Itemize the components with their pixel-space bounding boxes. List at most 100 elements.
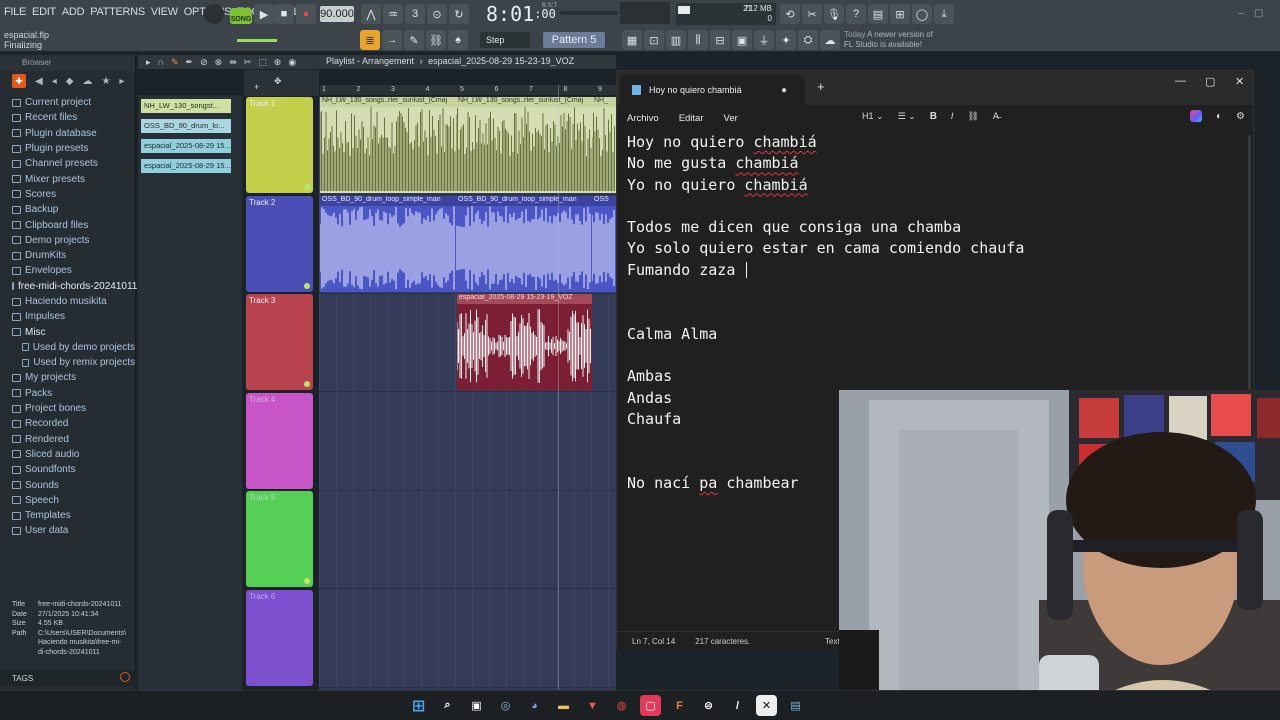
maximize-icon[interactable]: ▢ (1205, 75, 1215, 88)
browser-item[interactable]: Speech (0, 493, 135, 508)
step-selector[interactable]: Step (480, 32, 530, 48)
playback-icon[interactable]: ◉ (288, 57, 296, 68)
main-volume-knob[interactable] (204, 4, 224, 24)
slice-icon[interactable]: ✂ (244, 57, 252, 68)
track-header[interactable]: Track 6 (246, 589, 313, 686)
plugin-icon[interactable]: ▣ (732, 30, 752, 50)
playlist-lane[interactable] (319, 491, 616, 589)
browser-item[interactable]: Plugin presets (0, 141, 135, 156)
browser-item[interactable]: Mixer presets (0, 171, 135, 186)
link-icon[interactable]: ⛓ (967, 111, 978, 122)
copilot-icon[interactable] (1189, 110, 1202, 122)
audio-clip[interactable]: NH_ (592, 97, 616, 193)
plug-icon[interactable]: ⏚ (754, 30, 774, 50)
list-dropdown-icon[interactable]: ☰ ⌄ (898, 111, 916, 122)
fl-menu-file[interactable]: FILE (4, 6, 26, 18)
arrow-icon[interactable]: ▸ (119, 76, 124, 87)
search-icon[interactable] (120, 672, 130, 682)
fl-menu-add[interactable]: ADD (62, 6, 85, 18)
zoom-icon[interactable]: ⊕ (274, 57, 282, 68)
source-clip[interactable]: NH_LW_130_songst... (141, 99, 231, 113)
chrome-icon[interactable]: ◍ (611, 695, 632, 716)
record-icon[interactable]: ● (296, 4, 316, 24)
browser-item[interactable]: Channel presets (0, 156, 135, 171)
mixer-window-icon[interactable]: ▦ (622, 30, 642, 50)
stamp-icon[interactable]: ♠ (448, 30, 468, 50)
audio-clip[interactable]: NH_LW_130_songs..rter_sunlust_(Cmaj (320, 97, 456, 193)
browser-item[interactable]: Misc (0, 324, 135, 339)
link-icon[interactable]: ⛓ (426, 30, 446, 50)
track-header[interactable]: Track 2 (246, 195, 313, 292)
italic-icon[interactable]: I (951, 111, 954, 121)
windows-start-icon[interactable]: ⊞ (408, 695, 429, 716)
browser-item[interactable]: Scores (0, 187, 135, 202)
menu-editar[interactable]: Editar (679, 113, 704, 124)
playhead[interactable] (558, 85, 559, 690)
track-active-indicator[interactable] (304, 184, 310, 190)
audio-clip[interactable]: espacial_2025-08-29 15-23-19_VOZ (457, 294, 592, 390)
playlist-lane[interactable] (319, 392, 616, 491)
mic-icon[interactable]: 🎙 (824, 4, 844, 24)
browser-item[interactable]: Current project (0, 95, 135, 110)
download-icon[interactable]: ⤓ (934, 4, 954, 24)
track-active-indicator[interactable] (304, 282, 310, 289)
playlist-lane[interactable] (319, 589, 616, 688)
wait-input-icon[interactable]: ♒ (383, 4, 403, 24)
loop-record-icon[interactable]: ↻ (449, 4, 469, 24)
file-explorer-icon[interactable]: ▬ (553, 695, 574, 716)
stop-icon[interactable]: ■ (274, 4, 294, 24)
fl-minimize-icon[interactable]: – (1238, 8, 1244, 19)
star-icon[interactable]: ★ (101, 76, 110, 87)
audio-clip[interactable]: NH_LW_130_songs..rter_sunlust_(Cmaj (456, 97, 592, 193)
heading-dropdown[interactable]: H1 ⌄ (862, 111, 884, 122)
pattern-selector[interactable]: Pattern 5 (543, 32, 605, 48)
source-clip[interactable]: espacial_2025-08-29 15... (141, 159, 231, 173)
gamepad-icon[interactable]: ⊜ (698, 695, 719, 716)
hat-icon[interactable]: ⛭ (798, 30, 818, 50)
playlist-icon[interactable]: ≣ (360, 30, 380, 50)
playlist-menu-icon[interactable]: ▸ (146, 57, 151, 68)
master-volume-slider[interactable] (237, 39, 277, 42)
clear-format-icon[interactable]: A̶ (993, 111, 999, 121)
browser-item[interactable]: Haciendo musikita (0, 294, 135, 309)
task-view-icon[interactable]: ▣ (466, 695, 487, 716)
browser-item[interactable]: Backup (0, 202, 135, 217)
help-icon[interactable]: ? (846, 4, 866, 24)
browser-item[interactable]: free-midi-chords-20241011 (0, 279, 137, 294)
fl-maximize-icon[interactable]: ▢ (1254, 8, 1263, 19)
pencil-icon[interactable]: ✎ (171, 57, 179, 68)
tempo-display[interactable]: 90.000 (320, 6, 354, 22)
browser-item[interactable]: Packs (0, 386, 135, 401)
browser-item[interactable]: Sounds (0, 477, 135, 492)
capcut-icon[interactable]: ✕ (756, 695, 777, 716)
browser-item[interactable]: Project bones (0, 401, 135, 416)
patterns-icon[interactable]: ⊟ (710, 30, 730, 50)
cloud-icon[interactable]: ☁ (820, 30, 840, 50)
paint-icon[interactable]: ✒ (186, 57, 194, 68)
blend-notes-icon[interactable]: ⊙ (427, 4, 447, 24)
slip-icon[interactable]: ⇹ (229, 57, 237, 68)
back-icon[interactable]: ◂ (52, 76, 57, 87)
draw-icon[interactable]: ✎ (404, 30, 424, 50)
source-clip[interactable]: espacial_2025-08-29 15... (141, 139, 231, 153)
browser-item[interactable]: Impulses (0, 309, 135, 324)
notepad-tab[interactable]: Hoy no quiero chambiá ● (620, 75, 805, 105)
misspelled-word[interactable]: chambiá (735, 154, 798, 172)
browser-item[interactable]: Clipboard files (0, 217, 135, 232)
track-active-indicator[interactable] (304, 578, 310, 584)
chat-icon[interactable]: ◯ (912, 4, 932, 24)
cloud-browser-icon[interactable]: ☁ (82, 76, 92, 87)
browser-item[interactable]: My projects (0, 370, 135, 385)
tab-close-icon[interactable]: ● (781, 85, 787, 96)
forward-icon[interactable]: ◆ (66, 76, 74, 87)
save-icon[interactable]: ▤ (868, 4, 888, 24)
track-header[interactable]: Track 3 (246, 294, 313, 390)
fl-menu-edit[interactable]: EDIT (32, 6, 56, 18)
steam-icon[interactable]: ◎ (495, 695, 516, 716)
misspelled-word[interactable]: chambiá (744, 176, 807, 194)
browser-item[interactable]: Used by demo projects (0, 340, 135, 355)
undo-icon[interactable]: ⟲ (780, 4, 800, 24)
timeline-ruler[interactable]: 1 2 3 4 5 6 7 8 9 (320, 85, 616, 95)
tags-bar[interactable]: TAGS (0, 670, 136, 686)
mixer-icon[interactable]: ✂ (802, 4, 822, 24)
